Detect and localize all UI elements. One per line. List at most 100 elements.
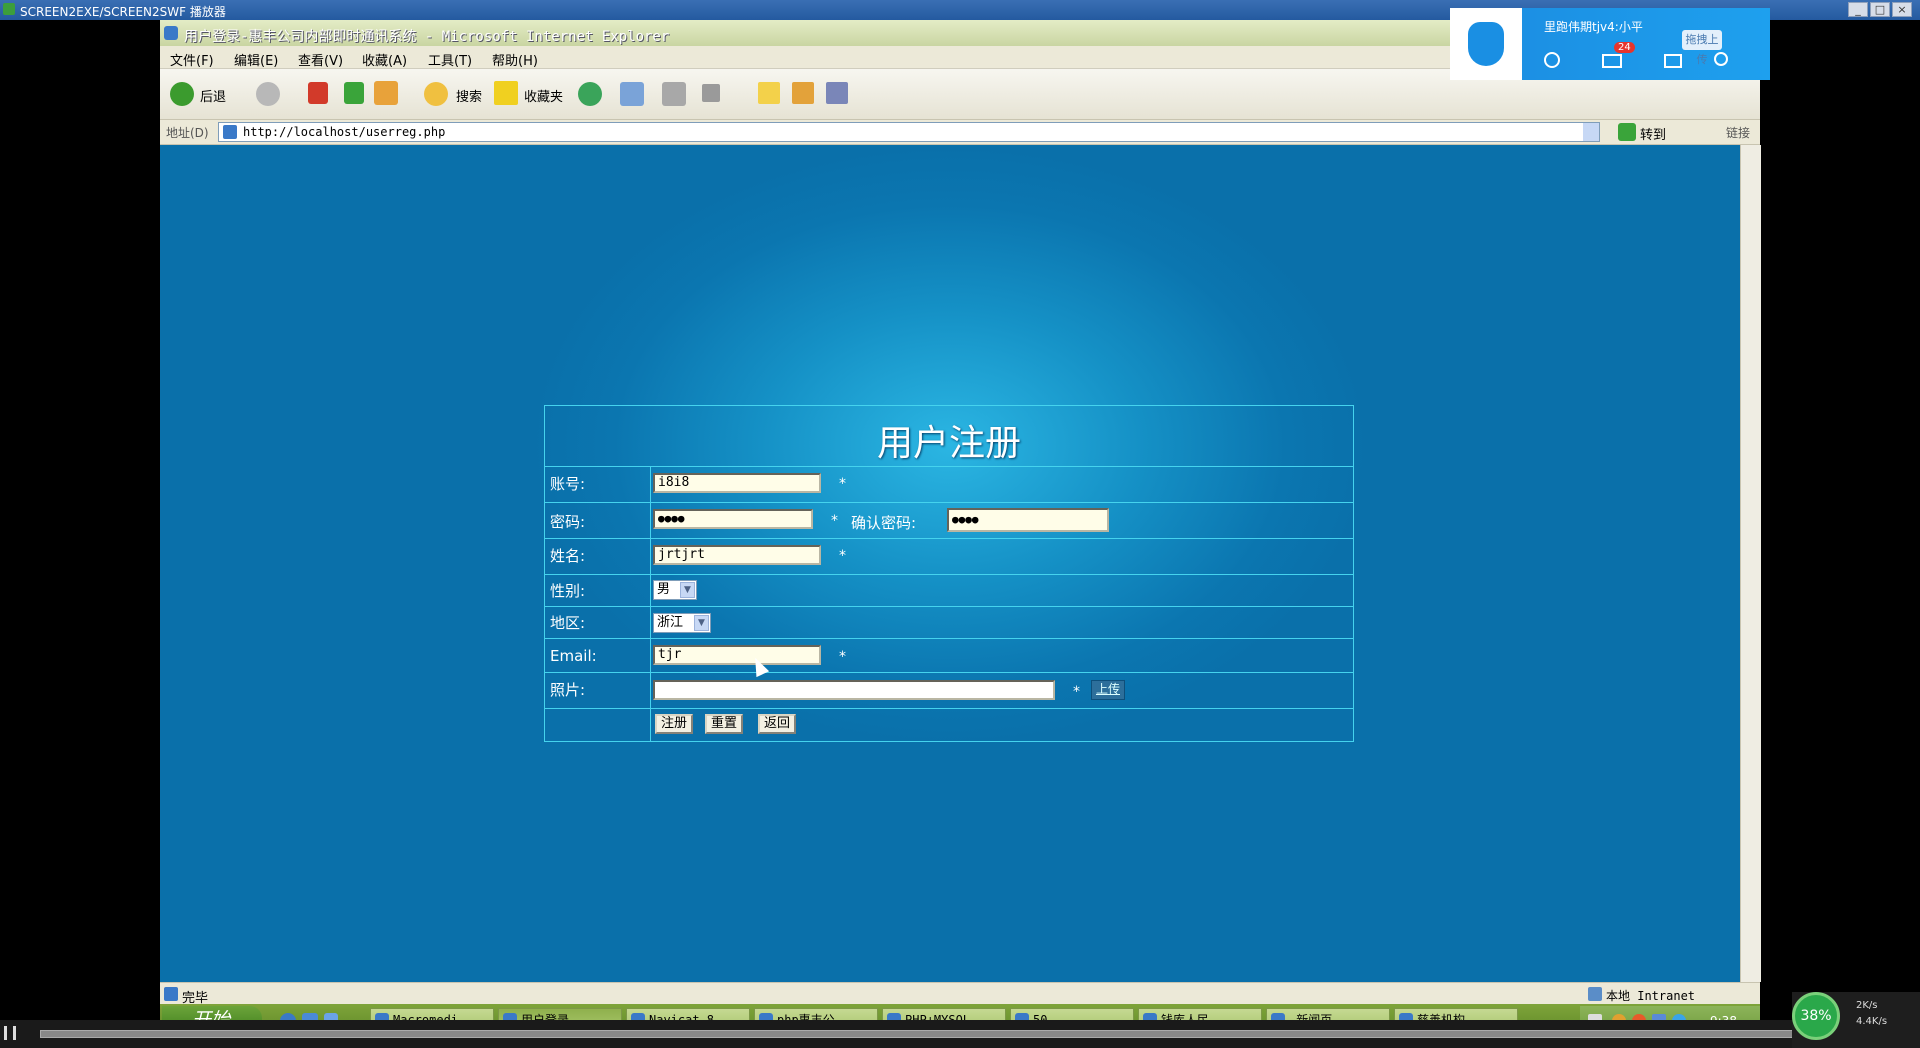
- email-label: Email:: [550, 647, 597, 665]
- reset-button[interactable]: 重置: [705, 714, 743, 734]
- menu-help[interactable]: 帮助(H): [492, 50, 538, 69]
- mail-icon[interactable]: [620, 82, 644, 106]
- chevron-down-icon[interactable]: ▼: [680, 582, 695, 598]
- region-row: 地区: 浙江 ▼: [545, 606, 1353, 639]
- ie-icon: [164, 26, 178, 40]
- upload-button[interactable]: 上传: [1091, 680, 1125, 700]
- name-row: 姓名: jrtjrt *: [545, 538, 1353, 575]
- name-input[interactable]: jrtjrt: [653, 545, 821, 565]
- photo-label: 照片:: [550, 681, 586, 699]
- region-select[interactable]: 浙江 ▼: [653, 613, 711, 633]
- region-value: 浙江: [657, 615, 684, 630]
- maximize-button[interactable]: □: [1870, 2, 1890, 17]
- menu-tools[interactable]: 工具(T): [428, 50, 472, 69]
- go-arrow-icon[interactable]: [1618, 123, 1636, 141]
- edit-icon[interactable]: [702, 84, 720, 102]
- print-icon[interactable]: [662, 82, 686, 106]
- refresh-icon[interactable]: [344, 82, 364, 104]
- mail-icon[interactable]: [1602, 54, 1622, 68]
- gender-row: 性别: 男 ▼: [545, 574, 1353, 607]
- confirm-password-input[interactable]: ●●●●: [947, 508, 1109, 532]
- search-icon[interactable]: [424, 82, 448, 106]
- region-label: 地区:: [550, 614, 586, 632]
- favorites-button-label[interactable]: 收藏夹: [524, 86, 563, 105]
- gender-select[interactable]: 男 ▼: [653, 580, 697, 600]
- gender-value: 男: [657, 582, 671, 597]
- favorites-star-icon[interactable]: [494, 81, 518, 105]
- qq-logo-icon: [1468, 22, 1504, 66]
- required-mark: *: [839, 649, 846, 665]
- qq-panel: 里跑伟期tjv4:小平 24 拖拽上传: [1450, 8, 1770, 80]
- pause-icon[interactable]: [4, 1026, 16, 1040]
- drag-upload-button[interactable]: 拖拽上传: [1682, 30, 1722, 66]
- history-icon[interactable]: [578, 82, 602, 106]
- ie-window: 用户登录-惠丰公司内部即时通讯系统 - Microsoft Internet E…: [160, 20, 1761, 1038]
- qq-username: 里跑伟期tjv4:小平: [1544, 20, 1643, 34]
- stop-icon[interactable]: [308, 82, 328, 104]
- zone-text: 本地 Intranet: [1606, 989, 1696, 1003]
- photo-input[interactable]: [653, 680, 1055, 700]
- buttons-row: 注册 重置 返回: [545, 708, 1353, 742]
- menu-view[interactable]: 查看(V): [298, 50, 343, 69]
- intranet-icon: [1588, 987, 1602, 1001]
- playback-progress[interactable]: [40, 1030, 1892, 1038]
- player-title: SCREEN2EXE/SCREEN2SWF 播放器: [20, 5, 226, 19]
- page-content: 用户注册 账号: i8i8 * 密码: ●●●● * 确认密码: ●●●● 姓名…: [160, 145, 1740, 982]
- photo-row: 照片: * 上传: [545, 672, 1353, 709]
- password-label: 密码:: [550, 513, 586, 531]
- page-icon: [223, 125, 237, 139]
- ie-title: 用户登录-惠丰公司内部即时通讯系统 - Microsoft Internet E…: [184, 29, 670, 45]
- address-dropdown-icon[interactable]: [1583, 123, 1599, 141]
- cpu-percent[interactable]: 38%: [1792, 992, 1840, 1040]
- register-form: 用户注册 账号: i8i8 * 密码: ●●●● * 确认密码: ●●●● 姓名…: [544, 405, 1354, 742]
- search-button-label[interactable]: 搜索: [456, 86, 482, 105]
- address-input[interactable]: http://localhost/userreg.php: [218, 122, 1600, 142]
- menu-favorites[interactable]: 收藏(A): [362, 50, 407, 69]
- mail-badge: 24: [1614, 42, 1635, 53]
- close-button[interactable]: ×: [1892, 2, 1912, 17]
- required-mark: *: [839, 476, 846, 492]
- register-button[interactable]: 注册: [655, 714, 693, 734]
- links-label[interactable]: 链接: [1726, 124, 1750, 141]
- calendar-icon[interactable]: [1664, 54, 1682, 68]
- minimize-button[interactable]: _: [1848, 2, 1868, 17]
- page-status-icon: [164, 987, 178, 1001]
- menu-edit[interactable]: 编辑(E): [234, 50, 278, 69]
- folder-icon[interactable]: [792, 82, 814, 104]
- gender-label: 性别:: [550, 582, 586, 600]
- password-row: 密码: ●●●● * 确认密码: ●●●●: [545, 502, 1353, 539]
- history-icon[interactable]: [1544, 52, 1560, 68]
- account-input[interactable]: i8i8: [653, 473, 821, 493]
- required-mark: *: [831, 513, 838, 529]
- note-icon[interactable]: [758, 82, 780, 104]
- email-row: Email: tjr *: [545, 638, 1353, 673]
- confirm-password-label: 确认密码:: [851, 514, 917, 532]
- form-title: 用户注册: [876, 423, 1021, 464]
- avatar[interactable]: [1450, 8, 1522, 80]
- password-input[interactable]: ●●●●: [653, 509, 813, 529]
- address-label: 地址(D): [166, 126, 209, 140]
- address-bar: 地址(D) http://localhost/userreg.php 转到 链接: [160, 120, 1760, 145]
- required-mark: *: [839, 548, 846, 564]
- player-app-icon: [3, 3, 15, 15]
- upload-speed: 2K/s: [1856, 1000, 1878, 1011]
- go-button-label[interactable]: 转到: [1640, 124, 1666, 143]
- status-bar: 完毕 本地 Intranet: [160, 982, 1760, 1006]
- forward-arrow-icon[interactable]: [256, 82, 280, 106]
- back-button[interactable]: 返回: [758, 714, 796, 734]
- address-url: http://localhost/userreg.php: [243, 125, 446, 139]
- vertical-scrollbar[interactable]: [1740, 145, 1761, 982]
- name-label: 姓名:: [550, 547, 586, 565]
- account-label: 账号:: [550, 475, 586, 493]
- download-speed: 4.4K/s: [1856, 1016, 1888, 1027]
- player-controls: [0, 1020, 1920, 1048]
- account-row: 账号: i8i8 *: [545, 466, 1353, 503]
- chevron-down-icon[interactable]: ▼: [694, 615, 709, 631]
- email-input[interactable]: tjr: [653, 645, 821, 665]
- tools-icon[interactable]: [826, 82, 848, 104]
- back-arrow-icon[interactable]: [170, 82, 194, 106]
- back-button-label[interactable]: 后退: [200, 86, 226, 105]
- search-icon[interactable]: [1714, 52, 1728, 66]
- home-icon[interactable]: [374, 81, 398, 105]
- menu-file[interactable]: 文件(F): [170, 50, 214, 69]
